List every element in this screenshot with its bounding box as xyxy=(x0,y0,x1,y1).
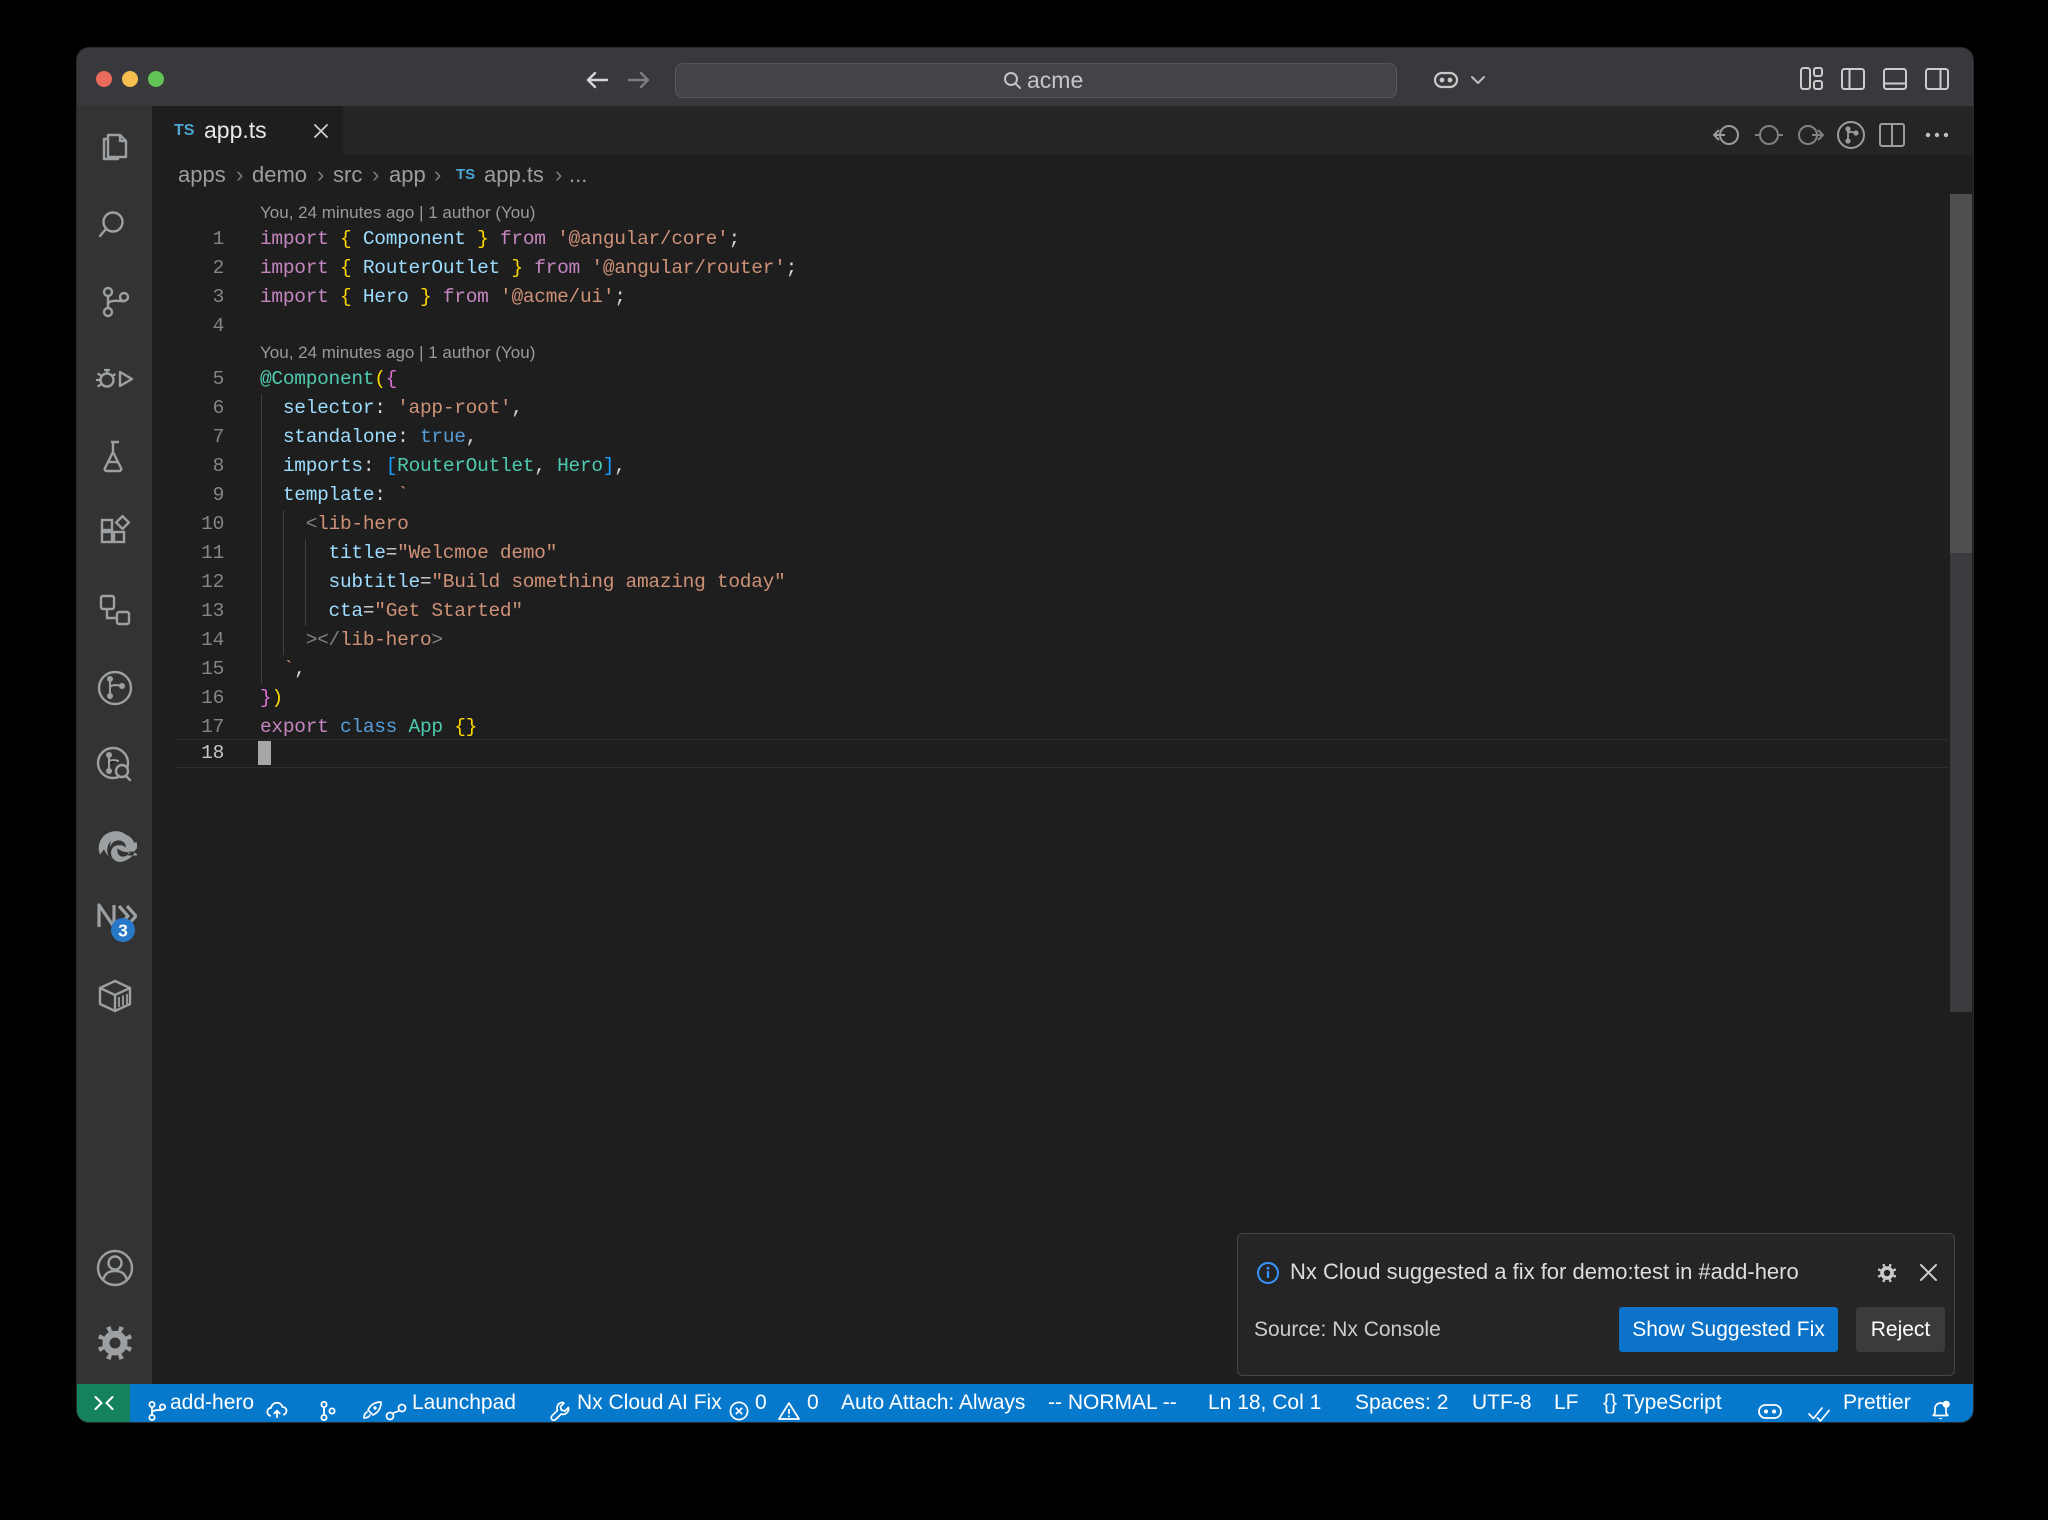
svg-text:3: 3 xyxy=(118,921,128,941)
